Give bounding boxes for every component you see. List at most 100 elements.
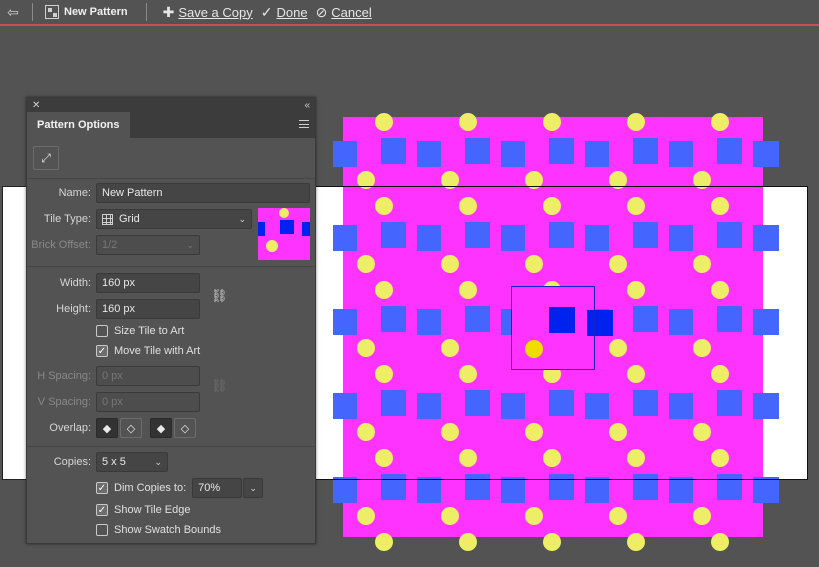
unlink-proportions-icon[interactable]: ⛓ (211, 288, 228, 304)
tile-type-value: Grid (119, 213, 140, 225)
pattern-square (501, 225, 525, 251)
pattern-square (633, 390, 658, 416)
pattern-square (669, 477, 693, 503)
show-tile-edge-checkbox[interactable]: ✓ (96, 504, 108, 516)
pattern-square (465, 138, 490, 164)
cancel-circle-icon: ⊘ (315, 3, 328, 20)
pattern-square (753, 141, 779, 167)
unlink-spacing-icon[interactable]: ⛓ (211, 378, 228, 394)
pattern-square (549, 390, 574, 416)
pattern-square (381, 474, 406, 500)
pattern-dot (609, 171, 627, 189)
pattern-square (585, 477, 609, 503)
divider (27, 266, 315, 267)
back-arrow-icon[interactable]: ⇦ (0, 0, 26, 24)
pattern-dot (711, 365, 729, 383)
close-icon[interactable]: ✕ (32, 100, 40, 111)
height-row: Height: 160 px (27, 299, 200, 319)
swatch-preview (258, 208, 310, 260)
tile-type-label: Tile Type: (43, 213, 91, 225)
pattern-dot (693, 171, 711, 189)
pattern-square (465, 390, 490, 416)
dim-copies-dropdown[interactable]: ⌄ (243, 478, 264, 498)
pattern-dot (441, 339, 459, 357)
overlap-row: Overlap: ◆ ◇ ◆ ◇ (27, 418, 198, 438)
copies-label: Copies: (53, 456, 91, 468)
pattern-square (717, 306, 742, 332)
brick-offset-row: Brick Offset: 1/2 ⌄ (27, 235, 200, 255)
save-a-copy-button[interactable]: ✚ Save a Copy (163, 4, 253, 21)
show-swatch-bounds-option[interactable]: Show Swatch Bounds (96, 524, 221, 536)
v-spacing-field[interactable]: 0 px (96, 392, 200, 412)
width-label: Width: (59, 277, 91, 289)
pattern-dot (525, 507, 543, 525)
h-spacing-row: H Spacing: 0 px (27, 366, 200, 386)
divider (27, 446, 315, 447)
pattern-square (417, 309, 441, 335)
size-tile-to-art-option[interactable]: Size Tile to Art (96, 325, 184, 337)
divider (145, 3, 147, 21)
pattern-dot (627, 197, 645, 215)
panel-menu-icon[interactable] (299, 120, 309, 128)
pattern-dot (609, 423, 627, 441)
divider (32, 3, 33, 21)
show-tile-edge-label: Show Tile Edge (114, 504, 191, 516)
copies-select[interactable]: 5 x 5 ⌄ (96, 452, 168, 472)
pattern-tile-tool-button[interactable]: ⤢ (33, 146, 59, 170)
copies-row: Copies: 5 x 5 ⌄ (27, 452, 168, 472)
move-tile-checkbox[interactable]: ✓ (96, 345, 108, 357)
pattern-square (633, 138, 658, 164)
bottom-in-front-button[interactable]: ◇ (174, 418, 196, 438)
name-field[interactable]: New Pattern (96, 183, 310, 203)
cancel-button[interactable]: ⊘ Cancel (316, 4, 372, 21)
pattern-dot (375, 449, 393, 467)
tile-type-select[interactable]: Grid ⌄ (96, 209, 252, 229)
pattern-square (669, 225, 693, 251)
pattern-square (753, 477, 779, 503)
size-tile-checkbox[interactable] (96, 325, 108, 337)
pattern-dot (693, 255, 711, 273)
height-field[interactable]: 160 px (96, 299, 200, 319)
brick-offset-select[interactable]: 1/2 ⌄ (96, 235, 200, 255)
pattern-square (417, 477, 441, 503)
dim-copies-field[interactable]: 70% (192, 478, 243, 498)
right-in-front-button[interactable]: ◇ (120, 418, 142, 438)
pattern-dot (357, 507, 375, 525)
pattern-dot (543, 449, 561, 467)
show-swatch-bounds-checkbox[interactable] (96, 524, 108, 536)
chevron-down-icon: ⌄ (238, 213, 246, 224)
save-a-copy-label: Save a Copy (178, 4, 253, 20)
collapse-icon[interactable]: « (304, 100, 310, 111)
pattern-dot (357, 423, 375, 441)
pattern-dot (711, 113, 729, 131)
pattern-dot (375, 533, 393, 551)
dim-copies-checkbox[interactable]: ✓ (96, 482, 108, 494)
pattern-square (669, 309, 693, 335)
pattern-dot (711, 449, 729, 467)
width-field[interactable]: 160 px (96, 273, 200, 293)
pattern-dot (459, 449, 477, 467)
tab-pattern-options[interactable]: Pattern Options (27, 112, 130, 138)
pattern-dot (441, 507, 459, 525)
pattern-square (501, 393, 525, 419)
h-spacing-field[interactable]: 0 px (96, 366, 200, 386)
pattern-square (333, 309, 357, 335)
plus-icon: ✚ (162, 3, 175, 20)
top-in-front-icon: ◆ (156, 422, 166, 435)
pattern-dot (627, 449, 645, 467)
pattern-dot (609, 339, 627, 357)
pattern-square (417, 141, 441, 167)
left-in-front-button[interactable]: ◆ (96, 418, 118, 438)
move-tile-with-art-option[interactable]: ✓ Move Tile with Art (96, 345, 200, 357)
pattern-dot (627, 113, 645, 131)
swatch-preview-art (258, 208, 310, 252)
pattern-dot (525, 255, 543, 273)
pattern-dot (357, 171, 375, 189)
show-tile-edge-option[interactable]: ✓ Show Tile Edge (96, 504, 190, 516)
done-button[interactable]: ✓ Done (261, 4, 308, 21)
panel-tab-bar: Pattern Options (27, 112, 315, 138)
pattern-square (549, 222, 574, 248)
pattern-tile-edge[interactable] (511, 286, 595, 370)
pattern-options-panel: ✕ « Pattern Options ⤢ Name: New Pattern … (26, 97, 316, 544)
top-in-front-button[interactable]: ◆ (150, 418, 172, 438)
